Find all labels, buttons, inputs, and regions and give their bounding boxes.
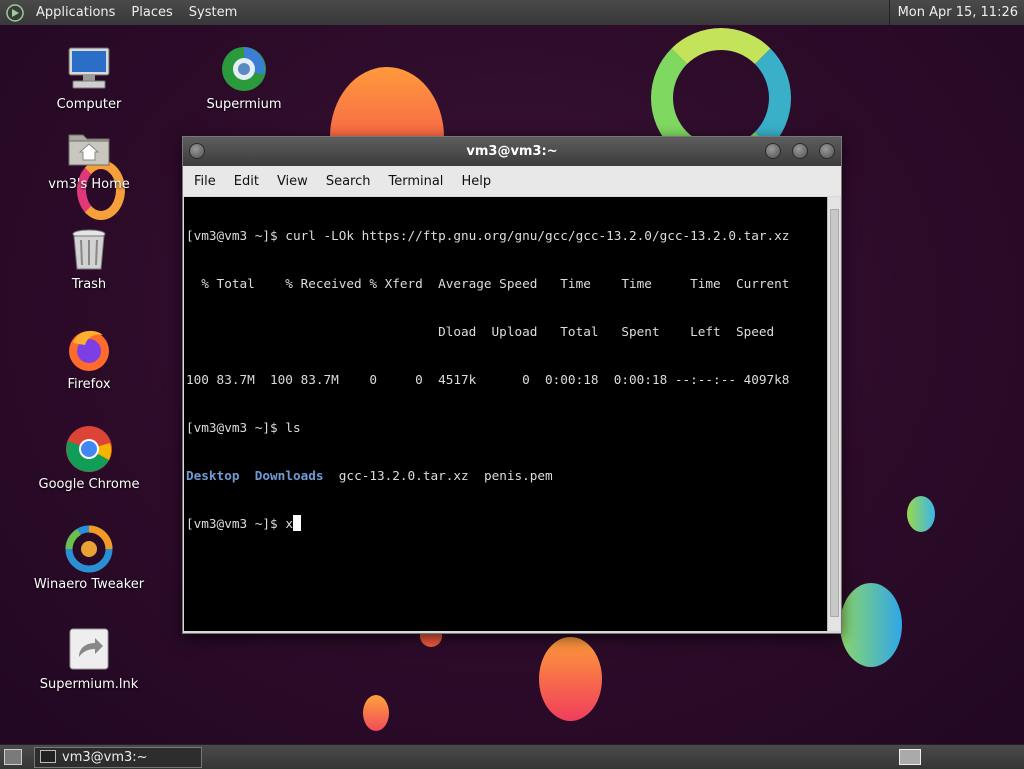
text-cursor: [292, 515, 301, 531]
terminal-output[interactable]: [vm3@vm3 ~]$ curl -LOk https://ftp.gnu.o…: [184, 197, 827, 631]
shell-prompt: [vm3@vm3 ~]$: [186, 516, 286, 531]
wallpaper-orange-drop: [363, 695, 389, 731]
terminal-line: Dload Upload Total Spent Left Speed: [186, 324, 775, 339]
bottom-panel: vm3@vm3:~: [0, 744, 1024, 769]
terminal-window[interactable]: vm3@vm3:~ File Edit View Search Terminal…: [182, 136, 842, 634]
menu-view[interactable]: View: [268, 174, 317, 189]
taskbar-window-label: vm3@vm3:~: [62, 750, 148, 765]
terminal-line: 100 83.7M 100 83.7M 0 0 4517k 0 0:00:18 …: [186, 372, 790, 387]
wallpaper-pill-large: [840, 583, 902, 667]
desktop-icon-supermium[interactable]: Supermium: [184, 45, 304, 112]
menu-search[interactable]: Search: [317, 174, 380, 189]
window-title: vm3@vm3:~: [466, 144, 558, 159]
wallpaper-pill-small: [907, 496, 935, 532]
terminal-scrollbar[interactable]: [827, 197, 840, 631]
top-panel: Applications Places System Mon Apr 15, 1…: [0, 0, 1024, 26]
ls-file-entry: penis.pem: [483, 468, 553, 483]
ls-dir-entry: Desktop: [186, 468, 240, 483]
terminal-menubar: File Edit View Search Terminal Help: [183, 166, 841, 196]
close-button[interactable]: [819, 143, 835, 159]
desktop-icon-trash[interactable]: Trash: [29, 225, 149, 292]
winaero-tweaker-icon: [65, 525, 113, 573]
desktop-icon-label: Trash: [71, 277, 107, 292]
menu-terminal[interactable]: Terminal: [379, 174, 452, 189]
home-folder-icon: [68, 134, 110, 166]
terminal-line: % Total % Received % Xferd Average Speed…: [186, 276, 790, 291]
desktop-icon-firefox[interactable]: Firefox: [29, 325, 149, 392]
prompt-line[interactable]: [vm3@vm3 ~]$ x: [186, 515, 827, 533]
terminal-icon: [40, 750, 56, 763]
desktop-icon-label: Google Chrome: [38, 477, 140, 492]
terminal-line: [vm3@vm3 ~]$ curl -LOk https://ftp.gnu.o…: [186, 228, 790, 243]
chrome-icon: [66, 426, 112, 472]
scrollbar-thumb[interactable]: [830, 209, 839, 617]
menu-help[interactable]: Help: [452, 174, 500, 189]
trash-icon: [72, 229, 106, 270]
firefox-icon: [69, 330, 109, 371]
menu-edit[interactable]: Edit: [225, 174, 268, 189]
current-input: x: [285, 516, 293, 531]
maximize-button[interactable]: [792, 143, 808, 159]
desktop-icon-label: Computer: [56, 97, 122, 112]
menu-file[interactable]: File: [185, 174, 225, 189]
desktop-icon-home[interactable]: vm3's Home: [29, 125, 149, 192]
desktop-icon-chrome[interactable]: Google Chrome: [29, 425, 149, 492]
desktop-icon-label: Supermium: [206, 97, 282, 112]
ls-file-entry: gcc-13.2.0.tar.xz: [338, 468, 469, 483]
minimize-button[interactable]: [765, 143, 781, 159]
desktop-icon-label: Winaero Tweaker: [33, 577, 145, 592]
wallpaper-orange-egg: [539, 637, 602, 721]
terminal-line: [vm3@vm3 ~]$ ls: [186, 420, 301, 435]
window-titlebar[interactable]: vm3@vm3:~: [183, 137, 841, 166]
ls-output-line: Desktop Downloads gcc-13.2.0.tar.xz peni…: [186, 467, 827, 485]
desktop-icon-computer[interactable]: Computer: [29, 45, 149, 112]
computer-icon: [68, 47, 110, 89]
applications-menu[interactable]: Applications: [28, 0, 123, 25]
places-menu[interactable]: Places: [123, 0, 180, 25]
desktop-icon-label: vm3's Home: [48, 177, 130, 192]
taskbar-window-button[interactable]: vm3@vm3:~: [34, 747, 202, 768]
desktop-icon-winaero-tweaker[interactable]: Winaero Tweaker: [29, 525, 149, 592]
show-desktop-icon[interactable]: [4, 749, 22, 765]
system-menu[interactable]: System: [181, 0, 245, 25]
desktop-icon-supermium-lnk[interactable]: Supermium.lnk: [29, 625, 149, 692]
window-menu-button[interactable]: [189, 143, 205, 159]
desktop-icon-label: Firefox: [67, 377, 111, 392]
desktop-icon-label: Supermium.lnk: [39, 677, 139, 692]
menu-logo-icon[interactable]: [6, 3, 24, 22]
ls-dir-entry: Downloads: [254, 468, 324, 483]
shortcut-icon: [69, 628, 109, 670]
supermium-icon: [222, 47, 266, 91]
clock[interactable]: Mon Apr 15, 11:26: [888, 0, 1024, 25]
workspace-switcher[interactable]: [899, 749, 921, 765]
